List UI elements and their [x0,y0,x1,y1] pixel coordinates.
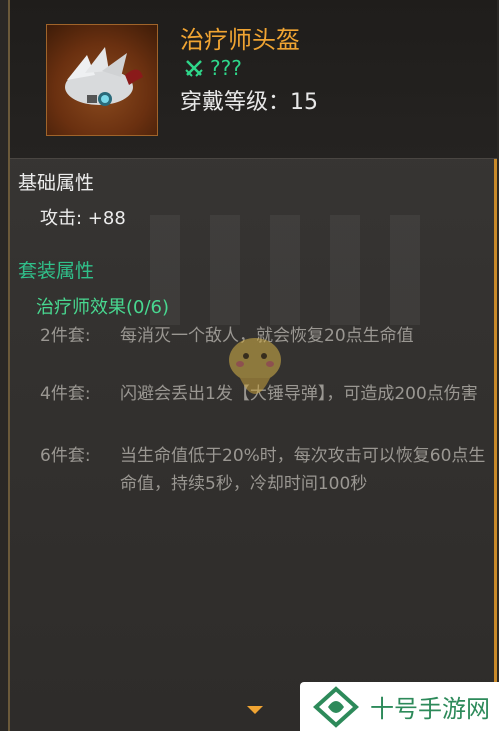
helmet-thumbnail [46,24,158,136]
set-effect-name: 治疗师效果(0/6) [36,297,170,318]
site-name: 十号手游网 [370,695,490,723]
set-bonus-label: 2件套: [40,326,91,346]
set-attributes-heading: 套装属性 [18,260,95,282]
rarity-row: ??? [184,55,242,81]
attack-stat: 攻击: +88 [40,208,126,229]
set-bonus-text: 每消灭一个敌人，就会恢复20点生命值 [120,326,414,346]
scroll-down-icon[interactable] [247,706,263,714]
background-pattern [150,215,450,325]
wear-level: 穿戴等级：15 [180,90,318,115]
set-bonus-label: 4件套: [40,384,91,404]
site-watermark: 十号手游网 [300,682,499,731]
site-logo-icon [313,685,359,728]
set-bonus-text: 当生命值低于20%时，每次攻击可以恢复60点生命值，持续5秒，冷却时间100秒 [120,446,486,494]
set-bonus-text: 闪避会丢出1发【大锤导弹】，可造成200点伤害 [120,384,478,404]
crossed-swords-icon [185,60,203,77]
item-name: 治疗师头盔 [180,26,300,54]
rarity-value: ??? [210,56,242,80]
base-attributes-heading: 基础属性 [18,172,95,194]
set-bonus-label: 6件套: [40,446,91,466]
mascot-watermark-icon [229,338,281,394]
item-header: 治疗师头盔 ??? 穿戴等级：15 [10,0,497,159]
